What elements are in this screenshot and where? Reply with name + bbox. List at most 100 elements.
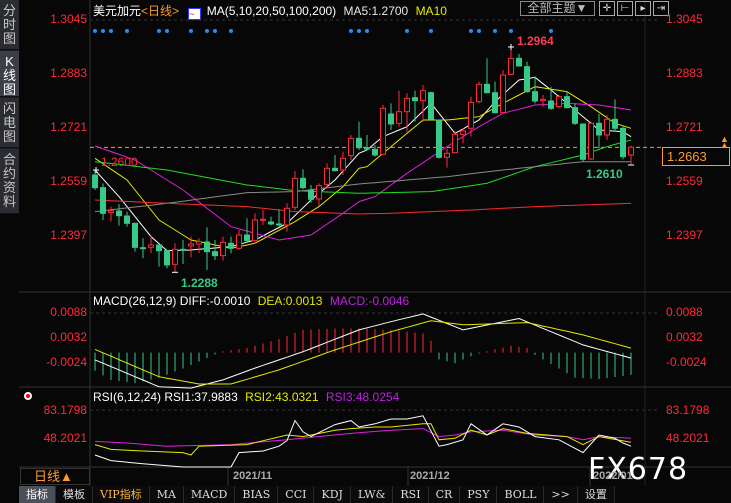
rsi-header: RSI(6,12,24) RSI1:37.9883 RSI2:43.0321 R… xyxy=(93,390,399,404)
ma-params: MA(5,10,20,50,100,200) xyxy=(206,4,337,18)
rsi1-line xyxy=(94,415,632,468)
signal-dot xyxy=(477,29,481,33)
candle-up xyxy=(260,218,266,221)
candle-up xyxy=(500,74,506,114)
candle-down xyxy=(124,215,130,224)
play-icon[interactable]: ▸ xyxy=(635,1,651,16)
candle-down xyxy=(92,174,98,189)
tab-cr[interactable]: CR xyxy=(429,486,461,503)
ma-line-ma10 xyxy=(94,86,632,249)
signal-dot xyxy=(93,29,97,33)
candle-down xyxy=(572,107,578,124)
tab-boll[interactable]: BOLL xyxy=(497,486,545,503)
candle-down xyxy=(548,100,554,109)
signal-dot xyxy=(469,29,473,33)
range-icon[interactable]: ⊢ xyxy=(617,1,633,16)
candle-down xyxy=(532,91,538,102)
scroll-up-icon[interactable]: ▲ ▲ xyxy=(720,135,729,150)
macd-axis-label: 0.0032 xyxy=(50,330,87,344)
period-label[interactable]: <日线> xyxy=(141,4,179,18)
right-axis-label: 1.2397 xyxy=(666,228,703,242)
signal-dot xyxy=(157,29,161,33)
rsi2-line xyxy=(94,423,632,456)
macd-axis-label: -0.0024 xyxy=(666,355,707,369)
ma-chart-icon[interactable]: ~ xyxy=(188,8,202,20)
tab-macd[interactable]: MACD xyxy=(184,486,236,503)
signal-dot xyxy=(125,29,129,33)
tab-more[interactable]: >> xyxy=(544,486,578,503)
signal-dot xyxy=(109,29,113,33)
candle-up xyxy=(252,219,258,242)
date-label: 2022/01 xyxy=(593,470,633,482)
candle-up xyxy=(324,167,330,185)
tab-ma[interactable]: MA xyxy=(150,486,184,503)
tab-cci[interactable]: CCI xyxy=(278,486,315,503)
high-marker xyxy=(508,43,514,50)
candle-up xyxy=(108,210,114,214)
tab-settings[interactable]: 设置 xyxy=(578,486,615,503)
kline-chart[interactable] xyxy=(0,0,731,486)
candle-down xyxy=(428,92,434,120)
tab-kdj[interactable]: KDJ xyxy=(314,486,351,503)
tab-bias[interactable]: BIAS xyxy=(235,486,279,503)
tab-indicator[interactable]: 指标 xyxy=(19,486,56,503)
date-label: 2021/11 xyxy=(233,470,273,482)
candle-down xyxy=(332,167,338,172)
crosshair-icon[interactable]: ✛ xyxy=(599,1,615,16)
candle-down xyxy=(484,83,490,94)
candle-down xyxy=(132,222,138,248)
tab-rsi[interactable]: RSI xyxy=(393,486,429,503)
low-label: 1.2288 xyxy=(181,276,218,290)
macd-header: MACD(26,12,9) DIFF:-0.0010 DEA:0.0013 MA… xyxy=(93,294,409,308)
candle-down xyxy=(244,234,250,242)
rsi-axis-label: 48.2021 xyxy=(666,431,710,445)
period-button[interactable]: 日线▲ xyxy=(20,468,90,485)
signal-dot xyxy=(205,29,209,33)
ma10-label: MA10 xyxy=(415,4,447,18)
left-axis-label: 1.2397 xyxy=(50,228,87,242)
candle-down xyxy=(620,127,626,158)
candle-down xyxy=(156,244,162,252)
candle-down xyxy=(372,148,378,156)
tab-lw[interactable]: LW& xyxy=(351,486,394,503)
candle-down xyxy=(276,223,282,226)
candle-up xyxy=(588,122,594,160)
candle-up xyxy=(148,244,154,248)
rsi-axis-label: 83.1798 xyxy=(43,403,87,417)
candle-down xyxy=(116,210,122,217)
candle-up xyxy=(556,96,562,108)
candle-up xyxy=(444,152,450,158)
candle-down xyxy=(164,250,170,266)
rsi3-value: RSI3:48.0254 xyxy=(325,390,400,404)
high-label: 1.2964 xyxy=(517,34,554,48)
signal-dot xyxy=(405,29,409,33)
candle-down xyxy=(204,241,210,253)
signal-dot xyxy=(349,29,353,33)
theme-select[interactable]: 全部主题▼ xyxy=(520,1,595,16)
tab-template[interactable]: 模板 xyxy=(56,486,93,503)
rsi-axis-label: 83.1798 xyxy=(666,403,710,417)
candle-down xyxy=(580,123,586,160)
left-high-marker xyxy=(93,167,99,173)
tab-vip-indicator[interactable]: VIP指标 xyxy=(93,486,150,503)
left-axis-label: 1.2721 xyxy=(50,120,87,134)
signal-dot xyxy=(357,29,361,33)
macd-dea-line xyxy=(94,320,632,385)
candle-up xyxy=(540,98,546,102)
signal-dot xyxy=(165,29,169,33)
candle-up xyxy=(348,137,354,157)
rsi1-value: RSI1:37.9883 xyxy=(164,390,238,404)
candle-down xyxy=(228,242,234,249)
right-axis-label: 1.2559 xyxy=(666,174,703,188)
candle-down xyxy=(524,66,530,93)
candle-up xyxy=(340,157,346,171)
tab-psy[interactable]: PSY xyxy=(460,486,498,503)
symbol-name: 美元加元 xyxy=(93,4,142,18)
signal-dot xyxy=(365,29,369,33)
candle-up xyxy=(196,241,202,245)
indicator-settings-icon[interactable] xyxy=(24,392,32,400)
candle-down xyxy=(436,119,442,158)
signal-dot xyxy=(189,29,193,33)
candle-up xyxy=(452,133,458,154)
chart-header: 美元加元<日线> ~ MA(5,10,20,50,100,200) MA5:1.… xyxy=(93,2,447,20)
